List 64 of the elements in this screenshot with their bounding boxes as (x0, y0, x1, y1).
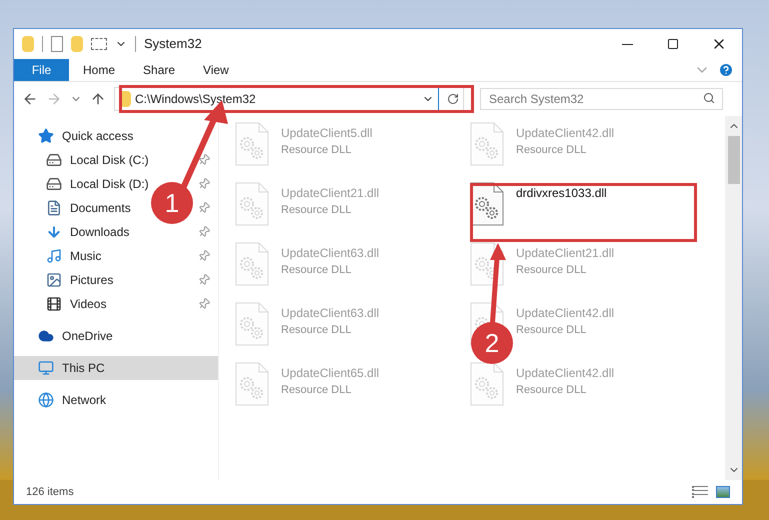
nav-label: Quick access (62, 128, 134, 145)
picture-icon (46, 272, 62, 288)
monitor-icon (38, 360, 54, 376)
nav-item[interactable]: Network (14, 388, 218, 412)
gear-file-icon (470, 242, 504, 286)
address-path: C:\Windows\System32 (135, 91, 256, 108)
gear-file-icon (235, 182, 269, 226)
nav-label: This PC (62, 360, 105, 377)
large-icons-view-icon[interactable] (716, 486, 730, 498)
nav-item[interactable]: OneDrive (14, 324, 218, 348)
window-title: System32 (144, 35, 202, 54)
ribbon-tab[interactable]: Share (129, 59, 190, 81)
maximize-icon (667, 38, 679, 50)
gear-file-icon (235, 242, 269, 286)
nav-label: Network (62, 392, 106, 409)
search-field[interactable]: Search System32 (480, 88, 723, 110)
scrollbar[interactable] (725, 116, 742, 480)
file-name[interactable]: drdivxres1033.dll (516, 184, 607, 202)
nav-label[interactable]: Videos (70, 295, 106, 313)
network-icon (38, 392, 54, 408)
refresh-icon[interactable] (447, 93, 459, 105)
nav-label[interactable]: Documents (70, 199, 131, 217)
nav-label[interactable]: Music (70, 247, 102, 265)
nav-label: OneDrive (62, 328, 113, 345)
file-type: Resource DLL (516, 143, 588, 158)
download-icon (46, 224, 62, 240)
back-icon[interactable] (22, 91, 38, 107)
nav-label[interactable]: Downloads (70, 223, 130, 241)
view-options-icon[interactable] (91, 38, 107, 50)
file-type: Resource DLL (516, 263, 588, 278)
file-type: Resource DLL (281, 143, 352, 158)
file-type: Resource DLL (516, 383, 588, 398)
cloud-icon (38, 328, 54, 344)
drive-icon (46, 152, 62, 168)
drive-icon (46, 176, 62, 192)
file-type: Resource DLL (281, 383, 352, 398)
file-type: Resource DLL (281, 323, 352, 338)
gear-file-icon (470, 122, 504, 166)
nav-label[interactable]: Local Disk (D:) (70, 175, 149, 193)
properties-icon[interactable] (51, 36, 63, 52)
nav-item[interactable]: Quick access (14, 124, 218, 148)
file-type: Resource DLL (281, 263, 352, 278)
scroll-thumb[interactable] (728, 136, 740, 184)
gear-file-icon (235, 302, 269, 346)
details-view-icon[interactable] (692, 486, 708, 498)
help-icon[interactable] (718, 62, 734, 78)
document-icon (46, 200, 62, 216)
search-icon (703, 92, 715, 104)
ribbon-tab[interactable]: File (14, 59, 69, 81)
gear-file-icon (235, 362, 269, 406)
ribbon-tab[interactable]: Home (69, 59, 130, 81)
nav-label[interactable]: Local Disk (C:) (70, 151, 149, 169)
ribbon-tab[interactable]: View (189, 59, 243, 81)
film-icon (46, 296, 62, 312)
nav-label[interactable]: Pictures (70, 271, 114, 289)
nav-item[interactable]: This PC (14, 356, 218, 380)
gear-file-icon (235, 122, 269, 166)
music-note-icon (46, 248, 62, 264)
file-type: Resource DLL (281, 203, 352, 218)
up-icon[interactable] (90, 91, 106, 107)
star-icon (38, 128, 54, 144)
gear-file-icon (470, 362, 504, 406)
item-count: 126 items (26, 484, 74, 500)
file-type: Resource DLL (516, 323, 588, 338)
